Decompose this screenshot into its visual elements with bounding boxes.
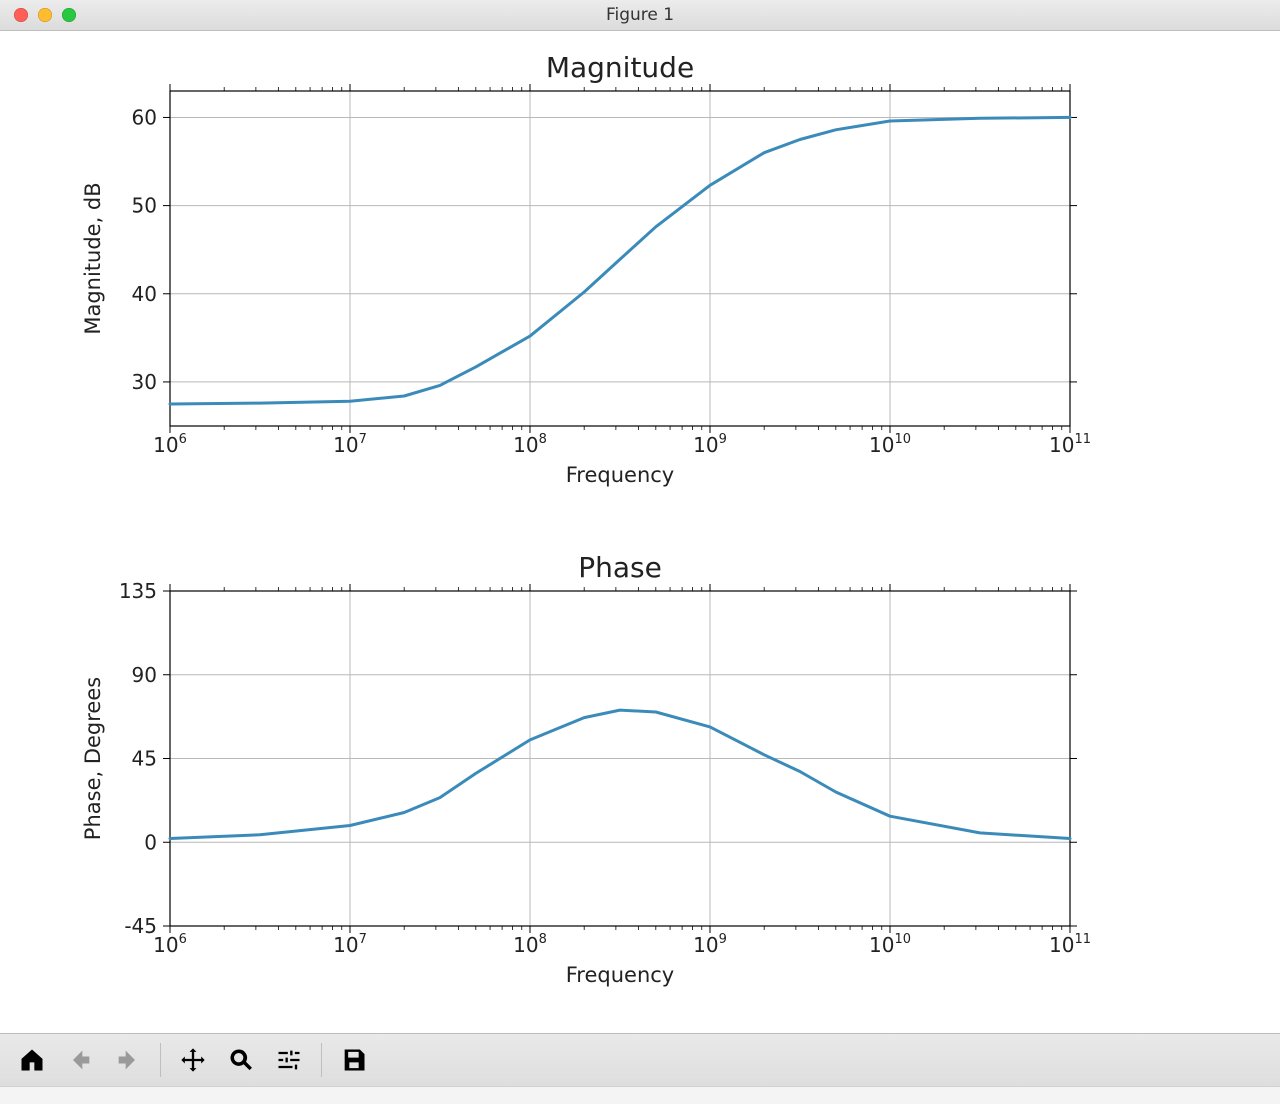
figure-canvas[interactable]: Magnitude 30 40 50 60 106 107 108 109 1010 1011 Fre… xyxy=(0,31,1280,1033)
titlebar: Figure 1 xyxy=(0,0,1280,31)
chart-title: Magnitude xyxy=(546,51,694,84)
arrow-left-icon xyxy=(66,1046,94,1074)
home-icon xyxy=(18,1046,46,1074)
figure-svg: Magnitude 30 40 50 60 106 107 108 109 1010 1011 Fre… xyxy=(0,31,1280,1033)
sliders-icon xyxy=(275,1046,303,1074)
x-tick-label: 108 xyxy=(513,932,547,957)
chart-title: Phase xyxy=(578,551,662,584)
app-window: Figure 1 Magnitude 30 40 50 60 106 107 108 109 10… xyxy=(0,0,1280,1104)
x-tick-label: 109 xyxy=(693,432,727,457)
x-tick-label: 108 xyxy=(513,432,547,457)
window-title: Figure 1 xyxy=(0,5,1280,25)
x-tick-label: 106 xyxy=(153,932,187,957)
statusbar xyxy=(0,1086,1280,1104)
move-icon xyxy=(179,1046,207,1074)
y-tick-label: 50 xyxy=(132,194,157,218)
zoom-button[interactable] xyxy=(219,1040,263,1080)
x-tick-label: 1011 xyxy=(1049,932,1091,957)
y-tick-label: 40 xyxy=(132,282,157,306)
y-tick-label: 135 xyxy=(119,579,157,603)
y-tick-label: 90 xyxy=(132,663,157,687)
zoom-window-button[interactable] xyxy=(62,8,76,22)
x-axis-label: Frequency xyxy=(566,963,675,987)
save-button[interactable] xyxy=(332,1040,376,1080)
data-line xyxy=(170,710,1070,838)
x-tick-label: 107 xyxy=(333,432,367,457)
x-tick-label: 1011 xyxy=(1049,432,1091,457)
toolbar-separator xyxy=(321,1043,322,1077)
home-button[interactable] xyxy=(10,1040,54,1080)
x-tick-label: 106 xyxy=(153,432,187,457)
x-tick-label: 1010 xyxy=(869,432,911,457)
x-tick-label: 1010 xyxy=(869,932,911,957)
magnitude-plot: Magnitude 30 40 50 60 106 107 108 109 1010 1011 Fre… xyxy=(81,51,1091,487)
phase-plot: Phase -45 0 45 90 135 106 107 108 109 1010 1011 Freq… xyxy=(81,551,1091,987)
save-icon xyxy=(340,1046,368,1074)
close-window-button[interactable] xyxy=(14,8,28,22)
y-tick-label: 30 xyxy=(132,370,157,394)
forward-button[interactable] xyxy=(106,1040,150,1080)
y-axis-label: Magnitude, dB xyxy=(81,182,105,334)
matplotlib-toolbar xyxy=(0,1033,1280,1086)
y-tick-label: 0 xyxy=(144,830,157,854)
minimize-window-button[interactable] xyxy=(38,8,52,22)
y-tick-label: 60 xyxy=(132,105,157,129)
y-tick-label: -45 xyxy=(124,914,157,938)
toolbar-separator xyxy=(160,1043,161,1077)
configure-button[interactable] xyxy=(267,1040,311,1080)
y-axis-label: Phase, Degrees xyxy=(81,677,105,840)
window-controls xyxy=(14,8,76,22)
y-tick-label: 45 xyxy=(132,747,157,771)
x-tick-label: 109 xyxy=(693,932,727,957)
data-line xyxy=(170,117,1070,404)
x-tick-label: 107 xyxy=(333,932,367,957)
x-axis-label: Frequency xyxy=(566,463,675,487)
back-button[interactable] xyxy=(58,1040,102,1080)
zoom-icon xyxy=(227,1046,255,1074)
arrow-right-icon xyxy=(114,1046,142,1074)
pan-button[interactable] xyxy=(171,1040,215,1080)
